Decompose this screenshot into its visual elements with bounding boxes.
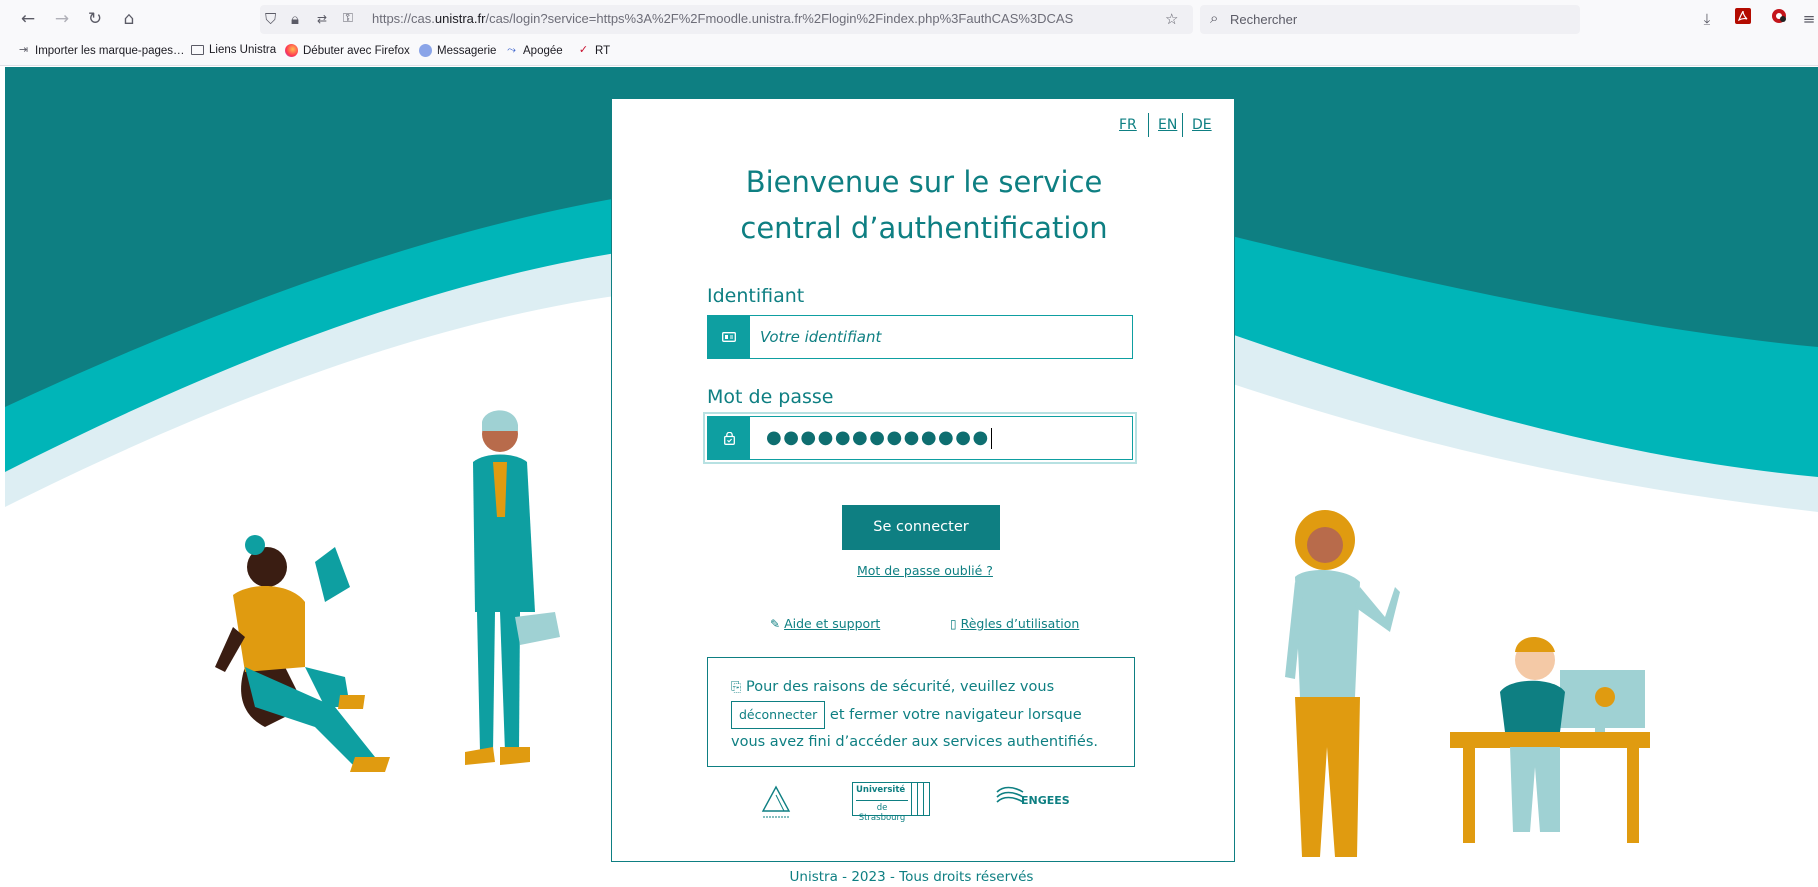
- bookmark-import[interactable]: ⇥ Importer les marque-pages…: [17, 44, 185, 57]
- lang-link-de[interactable]: DE: [1192, 117, 1212, 133]
- password-masked-value: ●●●●●●●●●●●●●: [766, 427, 990, 448]
- lock-icon[interactable]: 🔒︎: [291, 8, 299, 30]
- bookmark-rt[interactable]: ✓ RT: [577, 44, 610, 57]
- forgot-password-link[interactable]: Mot de passe oublié ?: [857, 563, 993, 578]
- footer-copyright: Unistra - 2023 - Tous droits réservés: [789, 869, 1034, 885]
- bookmark-label: Débuter avec Firefox: [303, 44, 410, 57]
- extension-icon[interactable]: [1768, 8, 1790, 30]
- login-button[interactable]: Se connecter: [842, 505, 1000, 550]
- browser-toolbar: ← → ↻ ⌂ ⛉ 🔒︎ ⇄ ⚿ https://cas.unistra.fr/…: [0, 0, 1818, 38]
- bookmark-liens-unistra[interactable]: Liens Unistra: [191, 44, 276, 56]
- lock-icon: [708, 417, 750, 459]
- title-line-2: central d’authentification: [740, 211, 1108, 245]
- bookmarks-bar: ⇥ Importer les marque-pages… Liens Unist…: [0, 38, 1818, 66]
- login-card: FR EN DE Bienvenue sur le service centra…: [611, 98, 1235, 862]
- illustration-standing-man: [465, 410, 560, 765]
- unistra-logo-line1: Université: [856, 785, 906, 795]
- bookmark-messagerie[interactable]: Messagerie: [419, 44, 496, 57]
- username-input[interactable]: [760, 316, 1120, 358]
- lang-separator: [1182, 113, 1183, 137]
- bookmark-label: Apogée: [523, 44, 563, 57]
- id-card-icon: [708, 316, 750, 358]
- forward-icon[interactable]: →: [51, 8, 73, 30]
- illustration-sitting-person: [215, 535, 390, 772]
- key-icon[interactable]: ⚿: [343, 8, 353, 30]
- security-notice-text: ⎘ Pour des raisons de sécurité, veuillez…: [731, 674, 1119, 755]
- usage-rules-link[interactable]: ▯ Règles d’utilisation: [950, 616, 1079, 631]
- username-label: Identifiant: [707, 285, 805, 307]
- help-edit-icon: ✎: [770, 617, 781, 631]
- folder-icon: [191, 45, 204, 55]
- password-label: Mot de passe: [707, 386, 834, 408]
- help-support-label: Aide et support: [784, 616, 881, 631]
- bookmark-star-icon[interactable]: ☆: [1165, 8, 1178, 30]
- bookmark-firefox[interactable]: Débuter avec Firefox: [285, 44, 410, 57]
- home-icon[interactable]: ⌂: [118, 8, 140, 30]
- logout-button[interactable]: déconnecter: [731, 701, 826, 729]
- unistra-logo-line2: de Strasbourg: [856, 800, 908, 823]
- bookmark-label: Messagerie: [437, 44, 497, 57]
- page-content: FR EN DE Bienvenue sur le service centra…: [5, 67, 1818, 887]
- usage-rules-label: Règles d’utilisation: [960, 616, 1080, 631]
- clipboard-icon: ▯: [950, 617, 957, 631]
- help-support-link[interactable]: ✎ Aide et support: [770, 616, 880, 631]
- reload-icon[interactable]: ↻: [84, 8, 106, 30]
- unistra-logo-rule: [917, 783, 918, 816]
- search-icon: ⌕: [1210, 9, 1219, 27]
- security-notice: ⎘ Pour des raisons de sécurité, veuillez…: [707, 657, 1135, 767]
- search-placeholder: Rechercher: [1230, 12, 1298, 27]
- bookmark-apogee[interactable]: ⤳ Apogée: [505, 44, 563, 57]
- permissions-icon[interactable]: ⇄: [317, 8, 327, 30]
- lang-link-fr[interactable]: FR: [1119, 117, 1137, 133]
- bookmark-label: RT: [595, 44, 611, 57]
- partner-logos: Université de Strasbourg ENGEES: [612, 779, 1236, 829]
- downloads-icon[interactable]: ⤓: [1696, 8, 1718, 30]
- unistra-logo-rule: [911, 783, 912, 816]
- title-line-1: Bienvenue sur le service: [745, 165, 1103, 199]
- shield-icon[interactable]: ⛉: [265, 8, 276, 30]
- url-text[interactable]: https://cas.unistra.fr/cas/login?service…: [372, 11, 1073, 26]
- bookmark-label: Importer les marque-pages…: [35, 44, 185, 57]
- pdf-extension-icon[interactable]: [1732, 8, 1754, 30]
- page-title: Bienvenue sur le service central d’authe…: [612, 159, 1236, 251]
- notice-icon: ⎘: [731, 680, 742, 695]
- rt-icon: ✓: [578, 44, 589, 56]
- engees-logo-text: ENGEES: [1021, 794, 1070, 807]
- insa-logo: [761, 785, 791, 818]
- unistra-logo-rule: [923, 783, 924, 816]
- firefox-icon: [285, 44, 298, 57]
- unistra-logo: Université de Strasbourg: [852, 782, 930, 823]
- search-bar[interactable]: ⌕ Rechercher: [1200, 5, 1580, 34]
- text-caret: [990, 427, 992, 449]
- mail-icon: [419, 44, 432, 57]
- username-field-wrapper: [707, 315, 1133, 359]
- engees-logo: ENGEES: [995, 784, 1075, 818]
- lang-link-en[interactable]: EN: [1158, 117, 1177, 133]
- bookmark-label: Liens Unistra: [209, 44, 277, 56]
- illustration-standing-woman: [1285, 510, 1400, 857]
- menu-icon[interactable]: ≡: [1798, 8, 1818, 30]
- import-icon: ⇥: [18, 44, 29, 56]
- url-bar[interactable]: ⛉ 🔒︎ ⇄ ⚿ https://cas.unistra.fr/cas/logi…: [260, 5, 1193, 34]
- back-icon[interactable]: ←: [17, 8, 39, 30]
- apogee-icon: ⤳: [507, 44, 516, 56]
- lang-separator: [1148, 113, 1149, 137]
- notice-text-before: Pour des raisons de sécurité, veuillez v…: [746, 679, 1055, 695]
- password-field-wrapper[interactable]: ●●●●●●●●●●●●●: [707, 416, 1133, 460]
- password-input[interactable]: ●●●●●●●●●●●●●: [766, 427, 992, 449]
- illustration-desk-person: [1450, 637, 1650, 843]
